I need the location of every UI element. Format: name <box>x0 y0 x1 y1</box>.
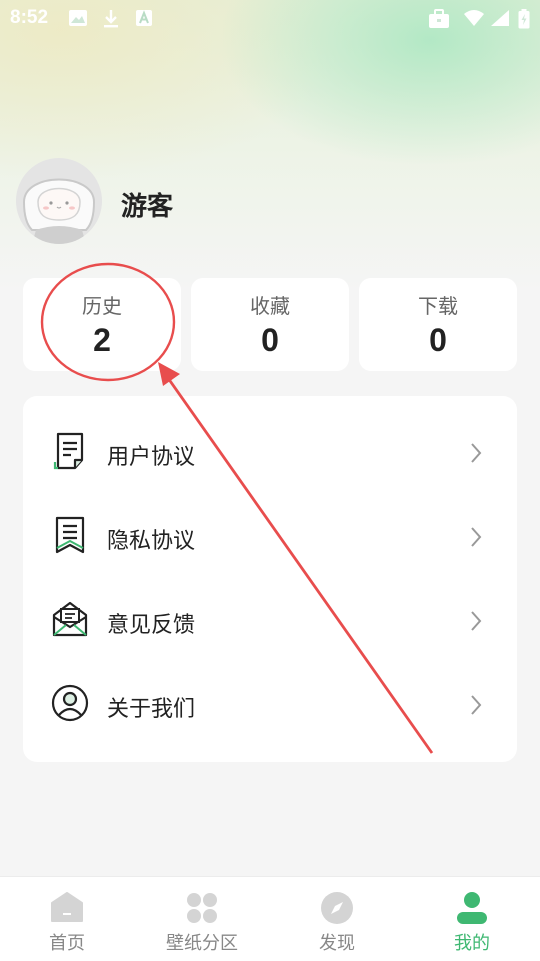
text-notification-icon <box>136 10 152 26</box>
menu-item-privacy-agreement[interactable]: 隐私协议 <box>23 495 517 579</box>
stat-value: 0 <box>429 322 447 358</box>
menu-card: 用户协议 隐私协议 意见反馈 关于我们 <box>23 396 517 762</box>
avatar[interactable] <box>16 158 102 244</box>
stat-downloads-card[interactable]: 下载 0 <box>359 278 517 371</box>
stat-history-card[interactable]: 历史 2 <box>23 278 181 371</box>
document-icon <box>53 432 84 470</box>
menu-item-label: 用户协议 <box>107 445 196 470</box>
home-icon <box>51 892 83 922</box>
compass-icon <box>321 892 353 924</box>
chevron-right-icon <box>471 443 482 463</box>
status-bar: 8:52 <box>0 0 540 36</box>
stat-favorites-card[interactable]: 收藏 0 <box>191 278 349 371</box>
username: 游客 <box>121 192 174 222</box>
nav-item-mine[interactable]: 我的 <box>422 877 522 961</box>
battery-icon <box>518 9 530 29</box>
nav-label: 发现 <box>319 933 355 954</box>
wifi-icon <box>464 10 484 26</box>
briefcase-icon <box>429 9 449 28</box>
privacy-document-icon <box>55 516 85 554</box>
status-time: 8:52 <box>10 7 49 28</box>
nav-item-home[interactable]: 首页 <box>17 877 117 961</box>
menu-item-label: 意见反馈 <box>107 613 196 638</box>
bottom-nav: 首页 壁纸分区 发现 我的 <box>0 876 540 961</box>
stat-label: 下载 <box>418 294 458 318</box>
person-icon <box>457 892 487 924</box>
user-circle-icon <box>51 684 89 722</box>
nav-label: 首页 <box>49 933 85 954</box>
nav-label: 我的 <box>454 933 490 954</box>
nav-label: 壁纸分区 <box>166 933 238 954</box>
grid-icon <box>187 893 217 923</box>
image-notification-icon <box>69 10 87 26</box>
nav-item-discover[interactable]: 发现 <box>287 877 387 961</box>
menu-item-feedback[interactable]: 意见反馈 <box>23 579 517 663</box>
mail-feedback-icon <box>52 601 88 637</box>
profile-section[interactable]: 游客 <box>16 158 516 248</box>
menu-item-user-agreement[interactable]: 用户协议 <box>23 411 517 495</box>
download-notification-icon <box>104 10 118 28</box>
menu-item-about-us[interactable]: 关于我们 <box>23 663 517 747</box>
cell-signal-icon <box>491 10 509 26</box>
stat-label: 历史 <box>82 294 122 318</box>
menu-item-label: 隐私协议 <box>107 529 196 554</box>
stat-label: 收藏 <box>250 294 290 318</box>
astronaut-avatar-icon <box>16 158 102 244</box>
chevron-right-icon <box>471 611 482 631</box>
menu-item-label: 关于我们 <box>107 697 196 722</box>
nav-item-wallpaper-categories[interactable]: 壁纸分区 <box>152 877 252 961</box>
chevron-right-icon <box>471 695 482 715</box>
stat-value: 0 <box>261 322 279 358</box>
chevron-right-icon <box>471 527 482 547</box>
stat-value: 2 <box>93 322 111 358</box>
